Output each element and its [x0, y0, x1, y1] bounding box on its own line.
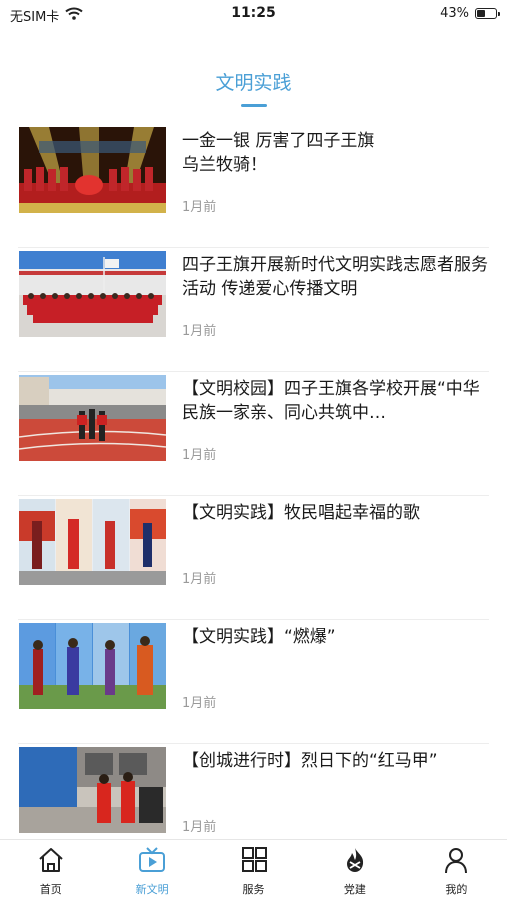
- clock: 11:25: [231, 5, 276, 21]
- news-item[interactable]: 【文明实践】“燃爆” 1月前: [0, 620, 507, 744]
- news-thumbnail[interactable]: [19, 623, 166, 709]
- tab-label: 我的: [445, 883, 468, 896]
- news-title[interactable]: 【文明实践】牧民唱起幸福的歌: [182, 501, 492, 525]
- news-thumbnail[interactable]: [19, 375, 166, 461]
- news-time: 1月前: [182, 448, 217, 463]
- battery-icon: [475, 8, 500, 19]
- tab-label: 党建: [343, 883, 366, 896]
- tab-services[interactable]: 服务: [203, 840, 304, 900]
- news-item[interactable]: 【文明实践】牧民唱起幸福的歌 1月前: [0, 496, 507, 620]
- tab-bar: 首页 新文明 服务 党建 我的: [0, 839, 507, 900]
- news-thumbnail[interactable]: [19, 747, 166, 833]
- tab-new-civilization[interactable]: 新文明: [101, 840, 202, 900]
- news-title[interactable]: 【文明实践】“燃爆”: [182, 625, 492, 649]
- grid-icon: [239, 846, 269, 878]
- news-title[interactable]: 四子王旗开展新时代文明实践志愿者服务活动 传递爱心传播文明: [182, 253, 492, 301]
- news-time: 1月前: [182, 696, 217, 711]
- tab-home[interactable]: 首页: [0, 840, 101, 900]
- home-icon: [36, 846, 66, 878]
- user-icon: [441, 846, 471, 878]
- news-time: 1月前: [182, 820, 217, 835]
- title-underline: [241, 104, 267, 107]
- news-item[interactable]: 四子王旗开展新时代文明实践志愿者服务活动 传递爱心传播文明 1月前: [0, 248, 507, 372]
- battery-percent: 43%: [440, 6, 469, 21]
- news-time: 1月前: [182, 324, 217, 339]
- news-time: 1月前: [182, 572, 217, 587]
- news-title[interactable]: 【文明校园】四子王旗各学校开展“中华民族一家亲、同心共筑中…: [182, 377, 492, 425]
- flame-icon: [340, 846, 370, 878]
- page-title: 文明实践: [215, 72, 292, 94]
- tab-label: 新文明: [135, 883, 169, 896]
- tab-party-building[interactable]: 党建: [304, 840, 405, 900]
- news-item[interactable]: 一金一银 厉害了四子王旗 乌兰牧骑！ 1月前: [0, 124, 507, 248]
- news-list: 一金一银 厉害了四子王旗 乌兰牧骑！ 1月前 四子王旗开展新时代文明实践志愿者服…: [0, 124, 507, 868]
- news-item[interactable]: 【文明校园】四子王旗各学校开展“中华民族一家亲、同心共筑中… 1月前: [0, 372, 507, 496]
- news-title[interactable]: 【创城进行时】烈日下的“红马甲”: [182, 749, 492, 773]
- news-title[interactable]: 一金一银 厉害了四子王旗 乌兰牧骑！: [182, 129, 492, 177]
- tab-label: 首页: [39, 883, 62, 896]
- news-thumbnail[interactable]: [19, 251, 166, 337]
- status-bar: 无SIM卡 11:25 43%: [0, 0, 507, 28]
- news-time: 1月前: [182, 200, 217, 215]
- news-thumbnail[interactable]: [19, 127, 166, 213]
- tab-profile[interactable]: 我的: [406, 840, 507, 900]
- news-thumbnail[interactable]: [19, 499, 166, 585]
- tv-play-icon: [137, 846, 167, 878]
- tab-label: 服务: [242, 883, 265, 896]
